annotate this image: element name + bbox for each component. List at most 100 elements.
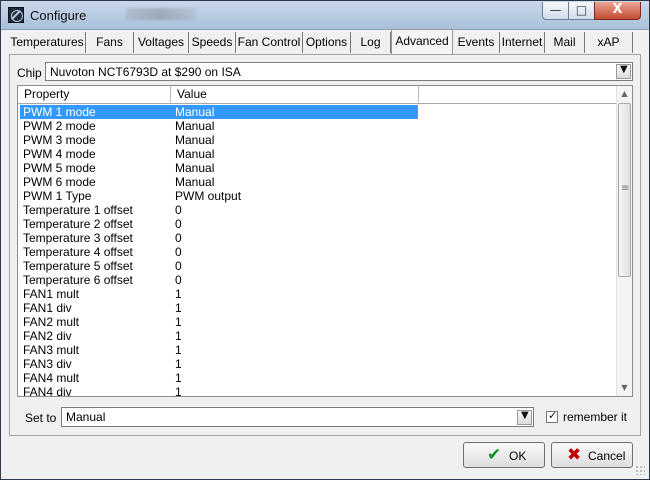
table-row[interactable]: FAN3 mult 1 xyxy=(18,343,618,357)
property-cell: FAN2 div xyxy=(23,329,72,343)
property-column-header[interactable]: Property xyxy=(18,86,171,103)
table-row[interactable]: FAN1 div 1 xyxy=(18,301,618,315)
value-cell: 0 xyxy=(175,273,182,287)
tab-advanced[interactable]: Advanced xyxy=(391,29,453,54)
table-row[interactable]: PWM 1 mode Manual xyxy=(18,105,618,119)
value-cell: 1 xyxy=(175,315,182,329)
property-cell: Temperature 4 offset xyxy=(23,245,133,259)
table-row[interactable]: Temperature 4 offset 0 xyxy=(18,245,618,259)
cancel-button[interactable]: ✖ Cancel xyxy=(551,442,633,468)
grip-lines-icon: ≡ xyxy=(621,183,630,194)
maximize-button[interactable]: □ xyxy=(568,2,595,20)
close-icon: X xyxy=(612,2,623,17)
value-cell: Manual xyxy=(175,119,215,133)
value-cell: 1 xyxy=(175,371,182,385)
property-cell: PWM 5 mode xyxy=(23,161,96,175)
table-row[interactable]: Temperature 3 offset 0 xyxy=(18,231,618,245)
app-fan-icon xyxy=(8,7,24,23)
chip-label: Chip xyxy=(17,66,42,80)
window-title: Configure xyxy=(30,8,87,23)
tab-events[interactable]: Events xyxy=(453,32,500,53)
scroll-up-icon[interactable]: ▲ xyxy=(617,86,632,102)
advanced-properties-table[interactable]: Property Value PWM 1 mode Manual PWM 2 mod… xyxy=(17,85,633,397)
table-rows: PWM 1 mode Manual PWM 2 mode Manual PWM 3 mo… xyxy=(18,105,618,397)
value-cell: Manual xyxy=(175,175,215,189)
property-cell: FAN3 mult xyxy=(23,343,80,357)
chevron-down-icon: ▼ xyxy=(620,64,628,75)
tab-log[interactable]: Log xyxy=(351,32,391,53)
table-header: Property Value xyxy=(18,86,618,104)
set-to-dropdown-button[interactable]: ▼ xyxy=(517,410,532,425)
property-cell: PWM 1 Type xyxy=(23,189,92,203)
tab-options[interactable]: Options xyxy=(303,32,351,53)
set-to-select[interactable]: Manual ▼ xyxy=(61,407,534,427)
checkmark-icon: ✔ xyxy=(487,445,502,465)
tab-voltages[interactable]: Voltages xyxy=(134,32,189,53)
scroll-down-icon[interactable]: ▼ xyxy=(617,380,632,396)
property-cell: Temperature 5 offset xyxy=(23,259,133,273)
table-row[interactable]: Temperature 5 offset 0 xyxy=(18,259,618,273)
table-row[interactable]: FAN4 mult 1 xyxy=(18,371,618,385)
property-cell: FAN3 div xyxy=(23,357,72,371)
set-to-label: Set to xyxy=(25,411,57,425)
table-row[interactable]: PWM 6 mode Manual xyxy=(18,175,618,189)
close-button[interactable]: X xyxy=(594,2,641,20)
table-row[interactable]: PWM 5 mode Manual xyxy=(18,161,618,175)
table-row[interactable]: FAN4 div 1 xyxy=(18,385,618,397)
minimize-button[interactable]: — xyxy=(542,2,569,20)
table-row[interactable]: Temperature 2 offset 0 xyxy=(18,217,618,231)
ok-button-label: OK xyxy=(509,449,527,463)
property-cell: PWM 4 mode xyxy=(23,147,96,161)
settings-tabs: Temperatures Fans Voltages Speeds Fan Co… xyxy=(9,29,633,54)
value-cell: PWM output xyxy=(175,189,242,203)
value-cell: 0 xyxy=(175,231,182,245)
value-cell: 1 xyxy=(175,301,182,315)
property-cell: Temperature 6 offset xyxy=(23,273,133,287)
value-cell: 1 xyxy=(175,329,182,343)
value-column-header[interactable]: Value xyxy=(171,86,419,103)
tab-xap[interactable]: xAP xyxy=(585,32,633,53)
value-cell: 0 xyxy=(175,217,182,231)
minimize-icon: — xyxy=(549,3,562,17)
title-bar[interactable]: Configure — □ X xyxy=(1,1,649,30)
tab-internet[interactable]: Internet xyxy=(500,32,545,53)
property-cell: Temperature 3 offset xyxy=(23,231,133,245)
tab-fan-control[interactable]: Fan Control xyxy=(236,32,303,53)
value-cell: 1 xyxy=(175,357,182,371)
tab-fans[interactable]: Fans xyxy=(86,32,134,53)
table-row[interactable]: Temperature 6 offset 0 xyxy=(18,273,618,287)
chip-select[interactable]: Nuvoton NCT6793D at $290 on ISA ▼ xyxy=(45,62,633,81)
table-row[interactable]: FAN1 mult 1 xyxy=(18,287,618,301)
value-cell: 1 xyxy=(175,385,182,397)
property-cell: PWM 1 mode xyxy=(23,105,96,119)
value-cell: Manual xyxy=(175,161,215,175)
table-row[interactable]: PWM 3 mode Manual xyxy=(18,133,618,147)
table-row[interactable]: Temperature 1 offset 0 xyxy=(18,203,618,217)
table-row[interactable]: PWM 4 mode Manual xyxy=(18,147,618,161)
tab-temperatures[interactable]: Temperatures xyxy=(9,32,86,53)
ok-button[interactable]: ✔ OK xyxy=(463,442,545,468)
value-cell: 0 xyxy=(175,259,182,273)
maximize-icon: □ xyxy=(575,3,588,17)
value-cell: Manual xyxy=(175,105,215,119)
scrollbar-thumb[interactable]: ≡ xyxy=(618,103,631,277)
remember-it-checkbox[interactable]: ✓ xyxy=(546,409,558,423)
tab-mail[interactable]: Mail xyxy=(545,32,585,53)
property-cell: PWM 3 mode xyxy=(23,133,96,147)
table-row[interactable]: PWM 2 mode Manual xyxy=(18,119,618,133)
property-cell: FAN1 div xyxy=(23,301,72,315)
property-cell: FAN4 mult xyxy=(23,371,80,385)
set-to-selected-value: Manual xyxy=(66,410,106,424)
table-vertical-scrollbar[interactable]: ▲ ≡ ▼ xyxy=(616,86,632,396)
chip-dropdown-button[interactable]: ▼ xyxy=(616,64,631,79)
value-cell: 1 xyxy=(175,287,182,301)
table-row[interactable]: PWM 1 Type PWM output xyxy=(18,189,618,203)
resize-grip-icon[interactable] xyxy=(635,465,645,475)
table-row[interactable]: FAN2 mult 1 xyxy=(18,315,618,329)
property-cell: PWM 2 mode xyxy=(23,119,96,133)
table-row[interactable]: FAN2 div 1 xyxy=(18,329,618,343)
property-cell: FAN1 mult xyxy=(23,287,80,301)
table-row[interactable]: FAN3 div 1 xyxy=(18,357,618,371)
tab-speeds[interactable]: Speeds xyxy=(189,32,236,53)
configure-window: Configure — □ X Temperatures Fans Voltag… xyxy=(0,0,650,480)
